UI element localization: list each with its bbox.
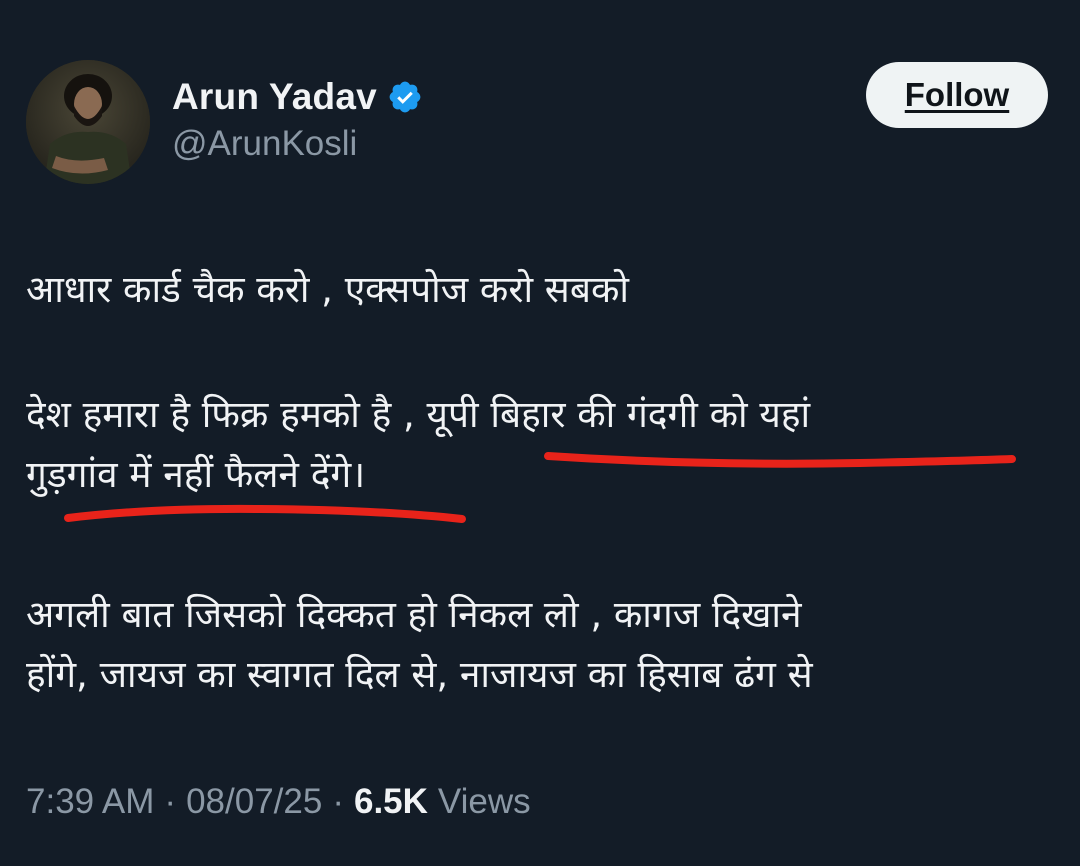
avatar[interactable] <box>26 60 150 184</box>
views-label[interactable]: Views <box>438 782 531 822</box>
red-underline-stroke <box>64 504 466 523</box>
views-count[interactable]: 6.5K <box>354 782 428 822</box>
tweet-text-paragraph: अगली बात जिसको दिक्कत हो निकल लो , कागज … <box>26 593 813 696</box>
author-name-row[interactable]: Arun Yadav <box>172 74 423 120</box>
tweet-time[interactable]: 7:39 AM <box>26 782 154 822</box>
author-handle[interactable]: @ArunKosli <box>172 124 357 164</box>
tweet-text-paragraph: देश हमारा है फिक्र हमको है , यूपी बिहार … <box>26 393 811 496</box>
verified-badge-icon <box>387 79 423 115</box>
separator-dot: · <box>332 782 344 821</box>
tweet-text-paragraph: आधार कार्ड चैक करो , एक्सपोज करो सबको <box>26 268 629 311</box>
author-display-name[interactable]: Arun Yadav <box>172 76 377 118</box>
separator-dot: · <box>164 782 177 821</box>
tweet-date[interactable]: 08/07/25 <box>186 782 322 822</box>
tweet-metadata: 7:39 AM · 08/07/25 · 6.5K Views <box>26 782 531 822</box>
follow-button[interactable]: Follow <box>866 62 1048 128</box>
tweet-card: Arun Yadav @ArunKosli Follow आधार कार्ड … <box>0 0 1080 866</box>
profile-photo <box>26 60 150 184</box>
